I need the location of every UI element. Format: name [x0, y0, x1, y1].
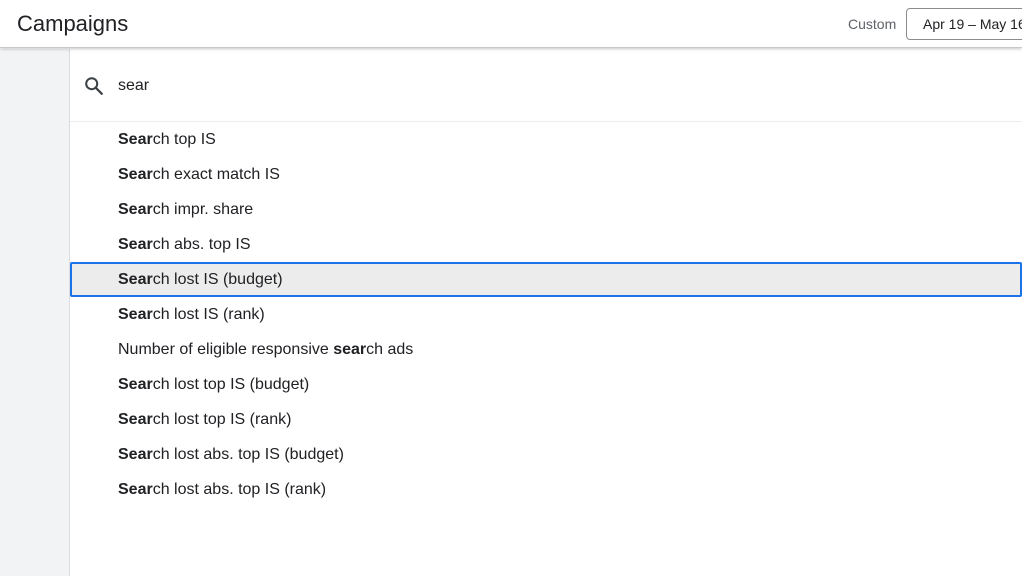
left-rail: [0, 49, 70, 576]
suggestion-match-text: Sear: [118, 271, 153, 288]
suggestion-item[interactable]: Search lost top IS (budget): [70, 367, 1022, 402]
suggestion-match-text: Sear: [118, 131, 153, 148]
suggestion-text: ch lost IS (rank): [152, 306, 265, 323]
suggestion-text: Number of eligible responsive: [118, 341, 334, 358]
suggestion-text: ch lost abs. top IS (budget): [152, 446, 344, 463]
suggestion-text: ch abs. top IS: [152, 236, 251, 253]
suggestion-item[interactable]: Search lost abs. top IS (rank): [70, 472, 1022, 507]
suggestion-match-text: Sear: [118, 306, 153, 323]
suggestion-text: ch impr. share: [152, 201, 254, 218]
page-title: Campaigns: [17, 11, 129, 36]
search-bar: [70, 49, 1022, 122]
date-range-label: Custom: [848, 16, 897, 32]
search-icon: [85, 77, 103, 95]
column-search-panel: Search top ISSearch exact match ISSearch…: [70, 49, 1022, 576]
suggestion-match-text: Sear: [118, 201, 153, 218]
suggestion-text: ch top IS: [152, 131, 216, 148]
date-range-picker[interactable]: Apr 19 – May 16: [906, 8, 1022, 40]
suggestion-list: Search top IS Search exact match IS Search…: [70, 122, 1022, 507]
suggestion-text: ch ads: [366, 341, 414, 358]
suggestion-match-text: Sear: [118, 481, 153, 498]
suggestion-match-text: Sear: [118, 376, 153, 393]
suggestion-item[interactable]: Search impr. share: [70, 192, 1022, 227]
suggestion-item[interactable]: Search top IS: [70, 122, 1022, 157]
suggestion-match-text: Sear: [118, 166, 153, 183]
suggestion-item[interactable]: Search lost top IS (rank): [70, 402, 1022, 437]
suggestion-item[interactable]: Search abs. top IS: [70, 227, 1022, 262]
suggestion-item[interactable]: Search lost abs. top IS (budget): [70, 437, 1022, 472]
suggestion-text: ch lost abs. top IS (rank): [152, 481, 327, 498]
search-input[interactable]: [114, 71, 994, 101]
suggestion-item[interactable]: Search lost IS (rank): [70, 297, 1022, 332]
suggestion-match-text: Sear: [118, 411, 153, 428]
suggestion-text: ch lost top IS (rank): [152, 411, 292, 428]
suggestion-match-text: sear: [333, 341, 367, 358]
suggestion-item[interactable]: Search lost IS (budget): [70, 262, 1022, 297]
suggestion-match-text: Sear: [118, 236, 153, 253]
suggestion-item[interactable]: Search exact match IS: [70, 157, 1022, 192]
suggestion-text: ch lost IS (budget): [152, 271, 283, 288]
suggestion-text: ch lost top IS (budget): [152, 376, 310, 393]
top-header: Campaigns Custom Apr 19 – May 16: [0, 0, 1022, 48]
suggestion-item[interactable]: Number of eligible responsive search ads: [70, 332, 1022, 367]
suggestion-match-text: Sear: [118, 446, 153, 463]
suggestion-text: ch exact match IS: [152, 166, 280, 183]
